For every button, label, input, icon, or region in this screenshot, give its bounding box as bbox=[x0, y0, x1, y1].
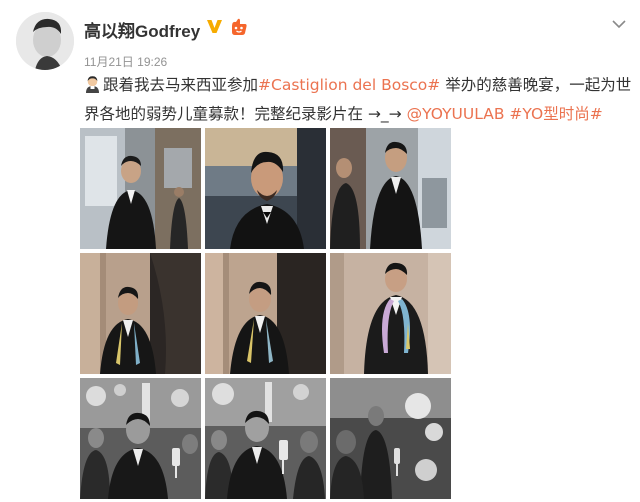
chevron-down-icon[interactable] bbox=[612, 16, 626, 34]
photo-9[interactable] bbox=[330, 378, 451, 499]
photo-6[interactable] bbox=[330, 253, 451, 374]
member-badge-icon[interactable] bbox=[229, 18, 249, 41]
photo-1[interactable] bbox=[80, 128, 201, 249]
mention-yoyuulab-link[interactable]: @YOYUULAB bbox=[407, 105, 505, 123]
photo-5[interactable] bbox=[205, 253, 326, 374]
photo-4[interactable] bbox=[80, 253, 201, 374]
post-timestamp[interactable]: 11月21日 19:26 bbox=[84, 53, 167, 70]
photo-3[interactable] bbox=[330, 128, 451, 249]
photo-8[interactable] bbox=[205, 378, 326, 499]
hashtag-yo-fashion-link[interactable]: #YO型时尚# bbox=[509, 105, 602, 123]
username[interactable]: 高以翔Godfrey bbox=[84, 17, 200, 42]
hashtag-castiglion-link[interactable]: #Castiglion del Bosco# bbox=[258, 76, 440, 94]
avatar[interactable] bbox=[16, 12, 74, 70]
post-intro-text: 跟着我去马来西亚参加 bbox=[103, 76, 259, 94]
author-row: 高以翔Godfrey bbox=[84, 17, 249, 42]
photo-2[interactable] bbox=[205, 128, 326, 249]
post-text: 跟着我去马来西亚参加#Castiglion del Bosco# 举办的慈善晚宴… bbox=[84, 72, 632, 127]
man-face-emoji-icon bbox=[84, 75, 101, 101]
photo-7[interactable] bbox=[80, 378, 201, 499]
verified-v-icon[interactable] bbox=[206, 18, 223, 40]
